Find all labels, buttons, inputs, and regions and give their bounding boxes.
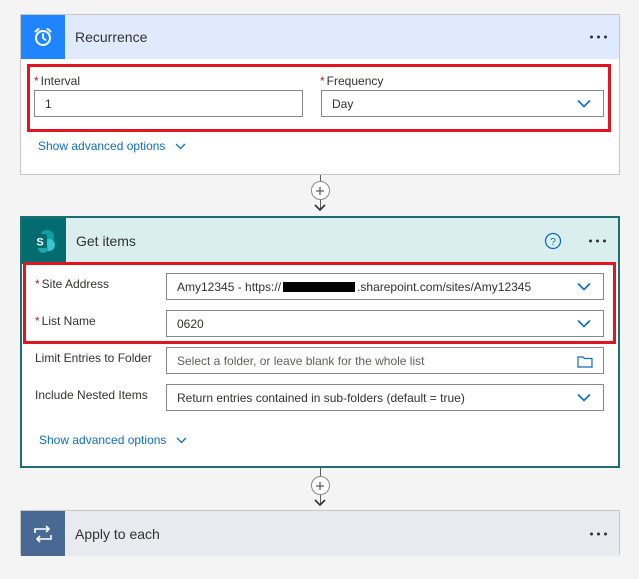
show-advanced-options-link[interactable]: Show advanced options: [39, 433, 187, 447]
more-options-icon[interactable]: [590, 35, 607, 39]
nested-items-dropdown[interactable]: Return entries contained in sub-folders …: [166, 384, 604, 411]
connector: [309, 175, 331, 212]
limit-folder-input[interactable]: Select a folder, or leave blank for the …: [166, 347, 604, 374]
nested-items-label: Include Nested Items: [35, 388, 148, 402]
apply-to-each-header[interactable]: Apply to each: [21, 511, 619, 556]
add-step-icon[interactable]: [310, 476, 330, 495]
svg-text:S: S: [36, 237, 43, 249]
more-options-icon[interactable]: [590, 532, 607, 535]
highlight-box: [27, 64, 611, 132]
sharepoint-icon: S: [22, 218, 66, 264]
add-step-icon[interactable]: [310, 181, 330, 200]
get-items-header[interactable]: S Get items ?: [22, 218, 618, 264]
apply-to-each-title: Apply to each: [75, 525, 160, 542]
highlight-box: [23, 262, 616, 344]
get-items-title: Get items: [76, 233, 136, 249]
loop-icon: [21, 511, 65, 556]
svg-text:?: ?: [550, 237, 556, 248]
limit-folder-label: Limit Entries to Folder: [35, 351, 152, 365]
chevron-down-icon: [176, 437, 187, 443]
recurrence-header[interactable]: Recurrence: [21, 15, 619, 59]
recurrence-card: Recurrence * Interval 1 * Frequency Day Sh…: [20, 14, 620, 175]
connector: [309, 468, 331, 507]
get-items-card: S Get items ? * Site Address Amy12345 - h…: [20, 216, 620, 468]
chevron-down-icon: [577, 393, 591, 402]
folder-icon[interactable]: [577, 355, 593, 368]
arrow-down-icon: [314, 499, 326, 507]
arrow-down-icon: [314, 204, 326, 212]
show-advanced-options-link[interactable]: Show advanced options: [38, 139, 186, 153]
apply-to-each-card: Apply to each: [20, 510, 620, 556]
more-options-icon[interactable]: [589, 239, 606, 243]
question-circle-icon[interactable]: ?: [544, 232, 562, 250]
chevron-down-icon: [175, 143, 186, 149]
alarm-clock-icon: [21, 15, 65, 59]
recurrence-title: Recurrence: [75, 29, 148, 45]
